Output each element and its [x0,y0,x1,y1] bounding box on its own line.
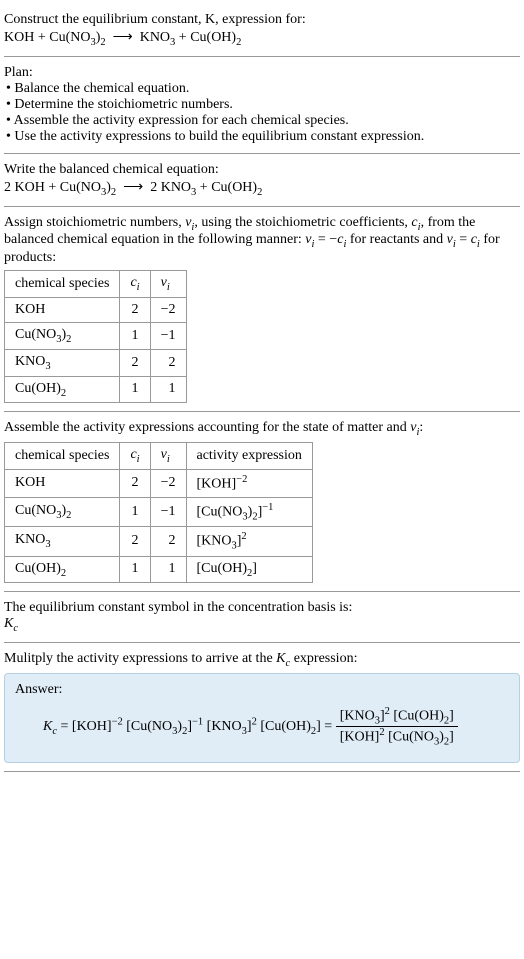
cell-nui: 2 [150,527,186,556]
activity-intro-a: Assemble the activity expressions accoun… [4,420,410,435]
cell-nui: 1 [150,556,186,583]
cell-nui: 1 [150,376,186,403]
cell-species: Cu(NO3)2 [5,497,120,526]
cell-activity: [Cu(OH)2] [186,556,312,583]
table-header-row: chemical species ci νi activity expressi… [5,443,313,470]
table-row: Cu(OH)2 1 1 [Cu(OH)2] [5,556,313,583]
activity-table: chemical species ci νi activity expressi… [4,442,313,583]
cell-nui: −1 [150,497,186,526]
cell-species: KOH [5,297,120,322]
final-intro-a: Mulitply the activity expressions to arr… [4,651,276,666]
cell-activity: [KOH]−2 [186,469,312,497]
cell-activity: [KNO3]2 [186,527,312,556]
cell-species: KNO3 [5,527,120,556]
plan-bullet-2: • Determine the stoichiometric numbers. [4,97,520,113]
stoich-intro-a: Assign stoichiometric numbers, [4,215,185,230]
cell-nui: −2 [150,469,186,497]
plan-bullet-1: • Balance the chemical equation. [4,81,520,97]
cell-species: Cu(OH)2 [5,556,120,583]
balanced-section: Write the balanced chemical equation: 2 … [4,154,520,207]
cell-nui: −1 [150,322,186,349]
plan-bullet-4: • Use the activity expressions to build … [4,129,520,145]
problem-statement: Construct the equilibrium constant, K, e… [4,4,520,57]
col-nui: νi [150,443,186,470]
cell-ci: 2 [120,469,150,497]
cell-ci: 2 [120,297,150,322]
stoich-intro: Assign stoichiometric numbers, νi, using… [4,215,520,267]
cell-activity: [Cu(NO3)2]−1 [186,497,312,526]
plan-section: Plan: • Balance the chemical equation. •… [4,57,520,154]
table-row: Cu(NO3)2 1 −1 [5,322,187,349]
cell-ci: 2 [120,349,150,376]
plan-heading: Plan: [4,65,520,81]
kc-symbol: Kc [4,616,520,634]
col-activity: activity expression [186,443,312,470]
col-ci: ci [120,271,150,298]
col-species: chemical species [5,271,120,298]
fraction: [KNO3]2 [Cu(OH)2] [KOH]2 [Cu(NO3)2] [336,706,458,748]
col-nui: νi [150,271,186,298]
col-ci: ci [120,443,150,470]
fraction-numerator: [KNO3]2 [Cu(OH)2] [336,706,458,727]
cell-ci: 1 [120,556,150,583]
cell-species: KOH [5,469,120,497]
table-row: KNO3 2 2 [KNO3]2 [5,527,313,556]
final-section: Mulitply the activity expressions to arr… [4,643,520,772]
cell-nui: 2 [150,349,186,376]
cell-species: Cu(OH)2 [5,376,120,403]
stoich-section: Assign stoichiometric numbers, νi , using… [4,207,520,413]
cell-species: Cu(NO3)2 [5,322,120,349]
final-intro-b: expression: [290,651,357,666]
problem-intro: Construct the equilibrium constant, K, e… [4,12,520,28]
cell-ci: 1 [120,376,150,403]
table-header-row: chemical species ci νi [5,271,187,298]
symbol-intro: The equilibrium constant symbol in the c… [4,600,520,616]
table-row: Cu(NO3)2 1 −1 [Cu(NO3)2]−1 [5,497,313,526]
unbalanced-equation: KOH + Cu(NO3)2 ⟶ KNO3 + Cu(OH)2 [4,28,520,48]
col-species: chemical species [5,443,120,470]
stoich-intro-d: for reactants and [346,232,446,247]
activity-intro: Assemble the activity expressions accoun… [4,420,520,438]
stoich-intro-b: , using the stoichiometric coefficients, [194,215,411,230]
final-intro: Mulitply the activity expressions to arr… [4,651,520,669]
cell-nui: −2 [150,297,186,322]
balanced-equation: 2 KOH + Cu(NO3)2 ⟶ 2 KNO3 + Cu(OH)2 [4,178,520,198]
table-row: KNO3 2 2 [5,349,187,376]
activity-intro-b: : [419,420,423,435]
symbol-section: The equilibrium constant symbol in the c… [4,592,520,643]
cell-ci: 1 [120,322,150,349]
cell-ci: 2 [120,527,150,556]
table-row: KOH 2 −2 [5,297,187,322]
stoich-table: chemical species ci νi KOH 2 −2 Cu(NO3)2… [4,270,187,403]
plan-bullet-3: • Assemble the activity expression for e… [4,113,520,129]
answer-equation: Kc = [KOH]−2 [Cu(NO3)2]−1 [KNO3]2 [Cu(OH… [15,706,509,748]
answer-label: Answer: [15,682,509,698]
cell-ci: 1 [120,497,150,526]
table-row: KOH 2 −2 [KOH]−2 [5,469,313,497]
activity-section: Assemble the activity expressions accoun… [4,412,520,592]
table-row: Cu(OH)2 1 1 [5,376,187,403]
fraction-denominator: [KOH]2 [Cu(NO3)2] [336,727,458,747]
problem-intro-text-a: Construct the equilibrium constant, K, e… [4,12,306,27]
cell-species: KNO3 [5,349,120,376]
answer-box: Answer: Kc = [KOH]−2 [Cu(NO3)2]−1 [KNO3]… [4,673,520,763]
balanced-intro: Write the balanced chemical equation: [4,162,520,178]
